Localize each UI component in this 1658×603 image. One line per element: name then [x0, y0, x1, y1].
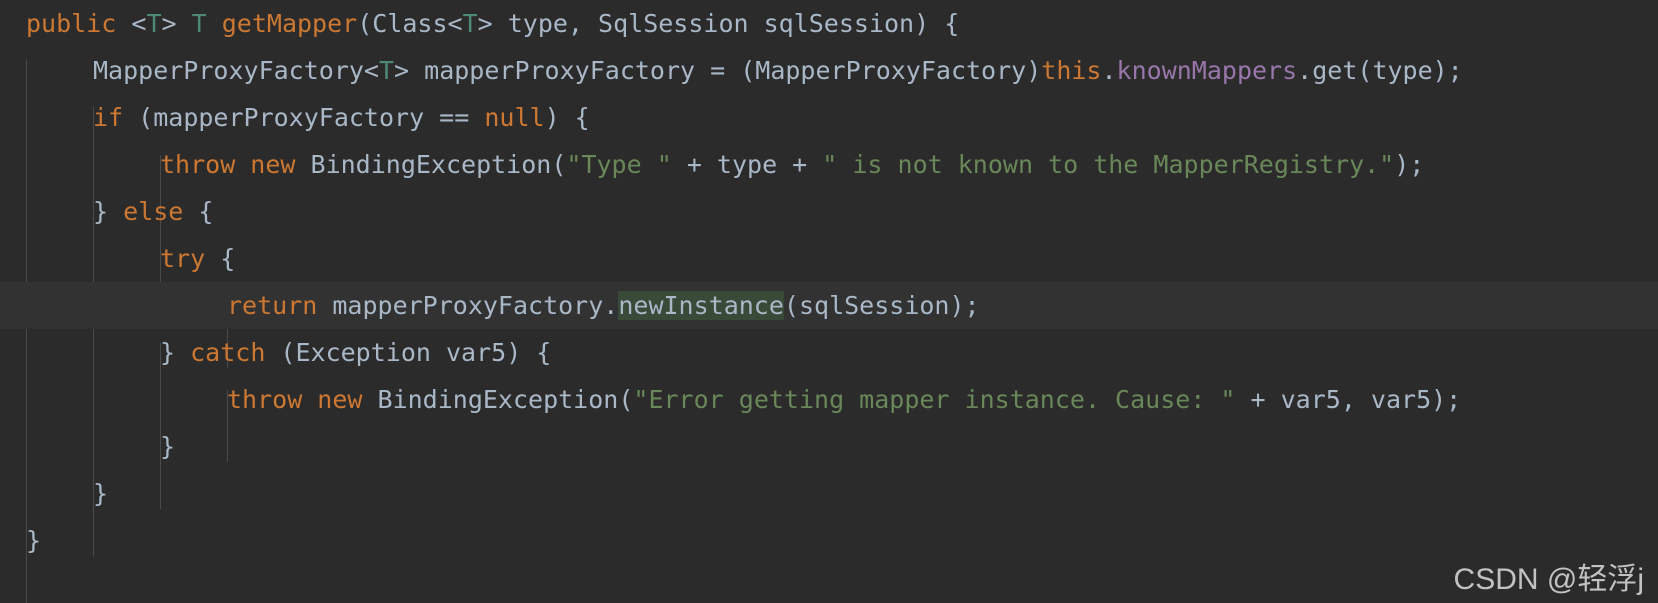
code-line[interactable]: throw new BindingException("Error gettin… [0, 376, 1658, 423]
code-token: T [146, 9, 162, 38]
code-token: BindingException( [362, 385, 634, 414]
code-token: T [191, 9, 207, 38]
code-line[interactable]: MapperProxyFactory<T> mapperProxyFactory… [0, 47, 1658, 94]
code-token: > [161, 9, 192, 38]
code-line[interactable]: } [0, 423, 1658, 470]
code-token: { [205, 244, 236, 273]
csdn-watermark: CSDN @轻浮j [1453, 563, 1644, 596]
code-token: > type, SqlSession sqlSession) { [477, 9, 960, 38]
code-token: } [26, 526, 42, 555]
code-line[interactable]: try { [0, 235, 1658, 282]
code-token: . [1101, 56, 1117, 85]
code-token: throw new [227, 385, 363, 414]
code-token: { [183, 197, 214, 226]
code-token: getMapper [221, 9, 358, 38]
code-token: BindingException( [295, 150, 567, 179]
code-token: < [131, 9, 147, 38]
code-line[interactable]: throw new BindingException("Type " + typ… [0, 141, 1658, 188]
code-token: > mapperProxyFactory = (MapperProxyFacto… [394, 56, 1042, 85]
code-token: ) { [544, 103, 590, 132]
code-token: if [93, 103, 124, 132]
code-token: public [26, 9, 117, 38]
code-token: } [93, 197, 124, 226]
code-line[interactable]: } [0, 470, 1658, 517]
code-token: "Type " [566, 150, 672, 179]
code-token: .get(type); [1297, 56, 1463, 85]
code-token: T [378, 56, 395, 85]
code-token: " is not known to the MapperRegistry." [822, 150, 1395, 179]
code-line[interactable]: } catch (Exception var5) { [0, 329, 1658, 376]
code-token: mapperProxyFactory. [317, 291, 619, 320]
code-token: (Class< [357, 9, 463, 38]
code-token: (mapperProxyFactory == [123, 103, 485, 132]
code-line[interactable]: } [0, 517, 1658, 564]
code-editor-pane[interactable]: public <T> T getMapper(Class<T> type, Sq… [0, 0, 1658, 603]
code-token: throw new [160, 150, 296, 179]
code-line[interactable]: public <T> T getMapper(Class<T> type, Sq… [0, 0, 1658, 47]
code-token: else [123, 197, 184, 226]
code-token: "Error getting mapper instance. Cause: " [633, 385, 1236, 414]
code-token: MapperProxyFactory< [93, 56, 379, 85]
code-line[interactable]: } else { [0, 188, 1658, 235]
code-token: + var5, var5); [1235, 385, 1462, 414]
code-token: try [160, 244, 206, 273]
highlighted-token: newInstance [618, 291, 784, 320]
code-token: this [1041, 56, 1102, 85]
code-token: knownMappers [1116, 56, 1298, 85]
code-token: catch [190, 338, 266, 367]
code-token: } [160, 432, 176, 461]
code-token: T [462, 9, 478, 38]
code-line[interactable]: if (mapperProxyFactory == null) { [0, 94, 1658, 141]
code-token: } [160, 338, 191, 367]
code-token: return [227, 291, 318, 320]
code-token: (sqlSession); [783, 291, 980, 320]
code-token: (Exception var5) { [265, 338, 552, 367]
code-token: ); [1394, 150, 1425, 179]
code-token: } [93, 479, 109, 508]
code-line[interactable]: return mapperProxyFactory.newInstance(sq… [0, 282, 1658, 329]
code-token: + type + [671, 150, 823, 179]
code-content[interactable]: public <T> T getMapper(Class<T> type, Sq… [0, 0, 1658, 564]
code-token: null [484, 103, 545, 132]
